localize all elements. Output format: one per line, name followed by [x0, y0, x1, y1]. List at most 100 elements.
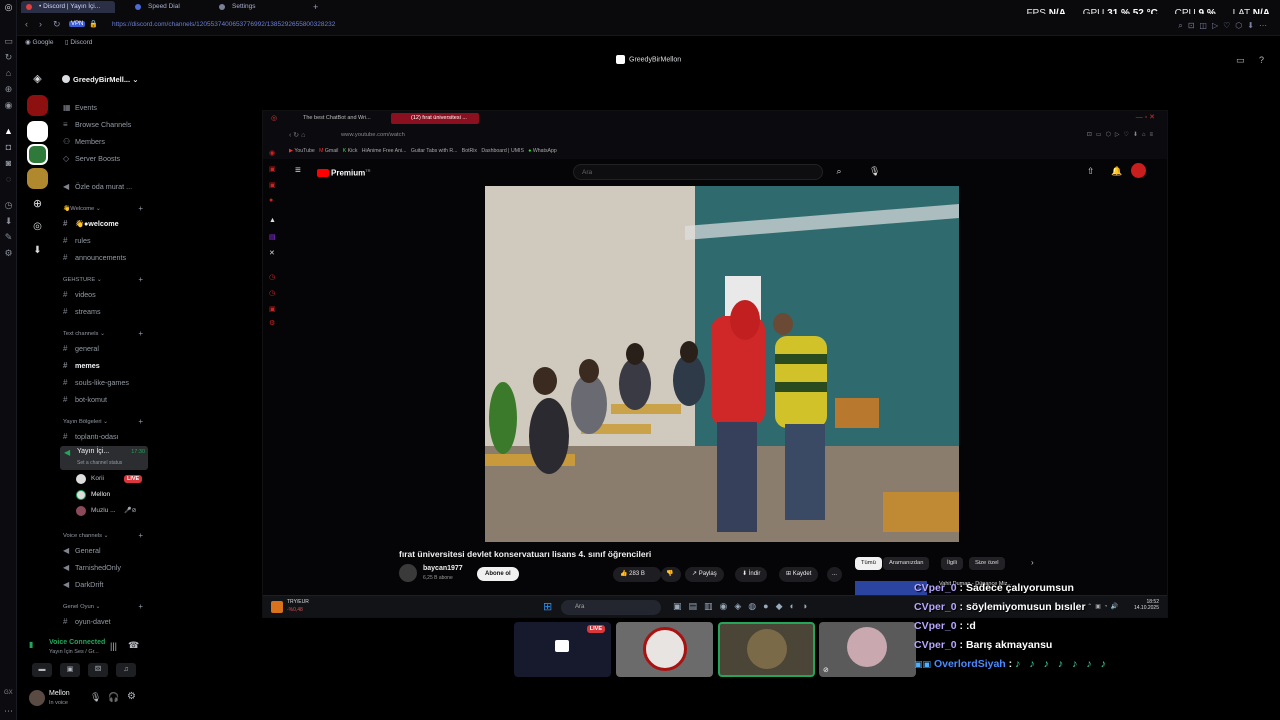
voice-channel-darkdrift[interactable]: ◀ DarkDrift [63, 577, 149, 592]
aria-icon[interactable]: ▲ [3, 126, 14, 137]
channel-souls-like-games[interactable]: # souls-like-games [63, 375, 149, 390]
noise-suppression-icon[interactable]: ||| [110, 641, 117, 651]
channel-welcome[interactable]: # 👋●welcome [63, 216, 149, 231]
add-channel-icon[interactable]: + [138, 204, 143, 213]
popout-icon[interactable]: ▭ [1236, 55, 1245, 66]
add-server-icon[interactable]: ⊕ [27, 194, 48, 215]
tab-speed-dial[interactable]: Speed Dial [130, 1, 210, 13]
server-icon-4[interactable] [27, 168, 48, 189]
chevron-down-icon: ⌄ [132, 75, 139, 84]
add-channel-icon[interactable]: + [138, 417, 143, 426]
reload-icon[interactable]: ↻ [53, 19, 61, 30]
currency-label: TRY/EUR [287, 599, 309, 605]
add-channel-icon[interactable]: + [138, 602, 143, 611]
download-icon[interactable]: ⬇ [3, 216, 14, 227]
opera-logo-icon[interactable]: ◎ [3, 2, 14, 13]
headphones-icon[interactable]: 🎧 [108, 692, 119, 703]
camera-button[interactable]: ▬ [32, 663, 52, 677]
screen-share-stream[interactable]: ◎ The best ChatBot and Wri... (12) fırat… [262, 110, 1168, 618]
server-icon-3[interactable] [27, 144, 48, 165]
activities-button[interactable]: ⚄ [88, 663, 108, 677]
disconnect-icon[interactable]: ☎ [128, 640, 139, 651]
new-tab-button[interactable]: + [313, 0, 318, 14]
category-voice-channels[interactable]: Voice channels ⌄ + [63, 531, 149, 540]
channel-label: bot-komut [75, 395, 107, 404]
category-welcome[interactable]: 👋Welcome ⌄ + [63, 204, 149, 213]
menu-server-boosts[interactable]: ◇ Server Boosts [63, 151, 149, 166]
user-settings-icon[interactable]: ⚙ [127, 691, 136, 702]
whatsapp-icon[interactable]: ◌ [3, 174, 14, 185]
participant-tile-muzlu[interactable]: ⊘ [819, 622, 916, 677]
help-icon[interactable]: ? [1259, 55, 1264, 65]
channel-label: announcements [75, 253, 127, 262]
pin-icon[interactable]: ✎ [3, 232, 14, 243]
download-apps-icon[interactable]: ⬇ [27, 240, 48, 261]
voice-channel-name[interactable]: Yayın İçin Ses / Gr... [49, 649, 99, 655]
participant-tile-korii-stream[interactable]: LIVE [514, 622, 611, 677]
voice-channel-ozle[interactable]: ◀ Özle oda murat ... [63, 179, 149, 194]
channel-streams[interactable]: # streams [63, 304, 149, 319]
category-yayin-bolgeleri[interactable]: Yayın Bölgeleri ⌄ + [63, 417, 149, 426]
clock-icon[interactable]: ◷ [3, 200, 14, 211]
add-channel-icon[interactable]: + [138, 531, 143, 540]
server-name-header[interactable]: GreedyBirMell... ⌄ [62, 75, 139, 84]
participant-tile-user[interactable] [616, 622, 713, 677]
bag-icon[interactable]: ⌂ [3, 68, 14, 79]
menu-events[interactable]: ▦ Events [63, 100, 149, 115]
category-genel-oyun[interactable]: Genel Oyun ⌄ + [63, 602, 149, 611]
participant-tile-mellon[interactable] [718, 622, 815, 677]
more-icon[interactable]: ⋯ [3, 706, 14, 717]
hash-icon: # [63, 432, 68, 441]
server-icon-1[interactable] [27, 95, 48, 116]
channel-status[interactable]: Set a channel status [77, 460, 122, 466]
menu-members[interactable]: ⚇ Members [63, 134, 149, 149]
sb-icon: ▲ [269, 217, 276, 224]
menu-browse-channels[interactable]: ≡ Browse Channels [63, 117, 149, 132]
controller-icon[interactable]: ⊕ [3, 84, 14, 95]
channel-videos[interactable]: # videos [63, 287, 149, 302]
category-text-channels[interactable]: Text channels ⌄ + [63, 329, 149, 338]
lock-icon[interactable]: 🔒 [89, 20, 98, 28]
discover-icon[interactable]: ◎ [27, 216, 48, 237]
channel-general[interactable]: # general [63, 341, 149, 356]
avatar [747, 629, 787, 669]
voice-channel-general[interactable]: ◀ General [63, 543, 149, 558]
vpn-badge[interactable]: VPN [69, 21, 86, 27]
discord-home-icon[interactable]: ◈ [27, 69, 48, 90]
screen-share-button[interactable]: ▣ [60, 663, 80, 677]
channel-toplanti-odasi[interactable]: # toplantı-odası [63, 429, 149, 444]
tab-settings[interactable]: Settings [214, 1, 294, 13]
channel-memes[interactable]: # memes [63, 358, 149, 373]
add-channel-icon[interactable]: + [138, 275, 143, 284]
server-icon-2[interactable] [27, 121, 48, 142]
muted-icon: ⊘ [823, 667, 829, 674]
forward-icon[interactable]: › [39, 19, 42, 29]
add-channel-icon[interactable]: + [138, 329, 143, 338]
channel-rules[interactable]: # rules [63, 233, 149, 248]
bookmark-discord[interactable]: ▯ Discord [65, 38, 92, 46]
url-field[interactable]: https://discord.com/channels/12055374006… [112, 21, 335, 28]
history-icon[interactable]: ↻ [3, 52, 14, 63]
channel-announcements[interactable]: # announcements [63, 250, 149, 265]
sidebar-panel-icon[interactable]: ▭ [3, 36, 14, 47]
soundboard-button[interactable]: ♫ [116, 663, 136, 677]
voice-channel-yayin-ici[interactable]: ◀ Yayın İçi... 17:30 Set a channel statu… [60, 446, 148, 470]
messenger-icon[interactable]: ◉ [3, 100, 14, 111]
avatar[interactable] [29, 690, 45, 706]
bookmark-google[interactable]: ◉ Google [25, 38, 53, 46]
browser-toolbar-icons[interactable]: ⌕⊡◫▷♡⬡⬇⋯ [1178, 21, 1272, 31]
settings-icon[interactable]: ⚙ [3, 248, 14, 259]
voice-channel-tarnishedonly[interactable]: ◀ TarnishedOnly [63, 560, 149, 575]
video-title: fırat üniversitesi devlet konservatuarı … [399, 549, 652, 559]
discord-icon[interactable]: ◙ [3, 158, 14, 169]
channel-bot-komut[interactable]: # bot-komut [63, 392, 149, 407]
channel-oyun-davet[interactable]: # oyun-davet [63, 614, 149, 629]
twitch-icon[interactable]: ◘ [3, 142, 14, 153]
microphone-icon[interactable]: 🎙 [90, 692, 101, 703]
tab-discord[interactable]: • Discord | Yayın İçi... [21, 1, 115, 13]
hash-icon: # [63, 219, 68, 228]
back-icon[interactable]: ‹ [25, 19, 28, 29]
like-count: 283 B [629, 571, 645, 577]
category-gehsture[interactable]: GEHSTURE ⌄ + [63, 275, 149, 284]
chat-message: CVper_0 : :d [914, 620, 976, 632]
